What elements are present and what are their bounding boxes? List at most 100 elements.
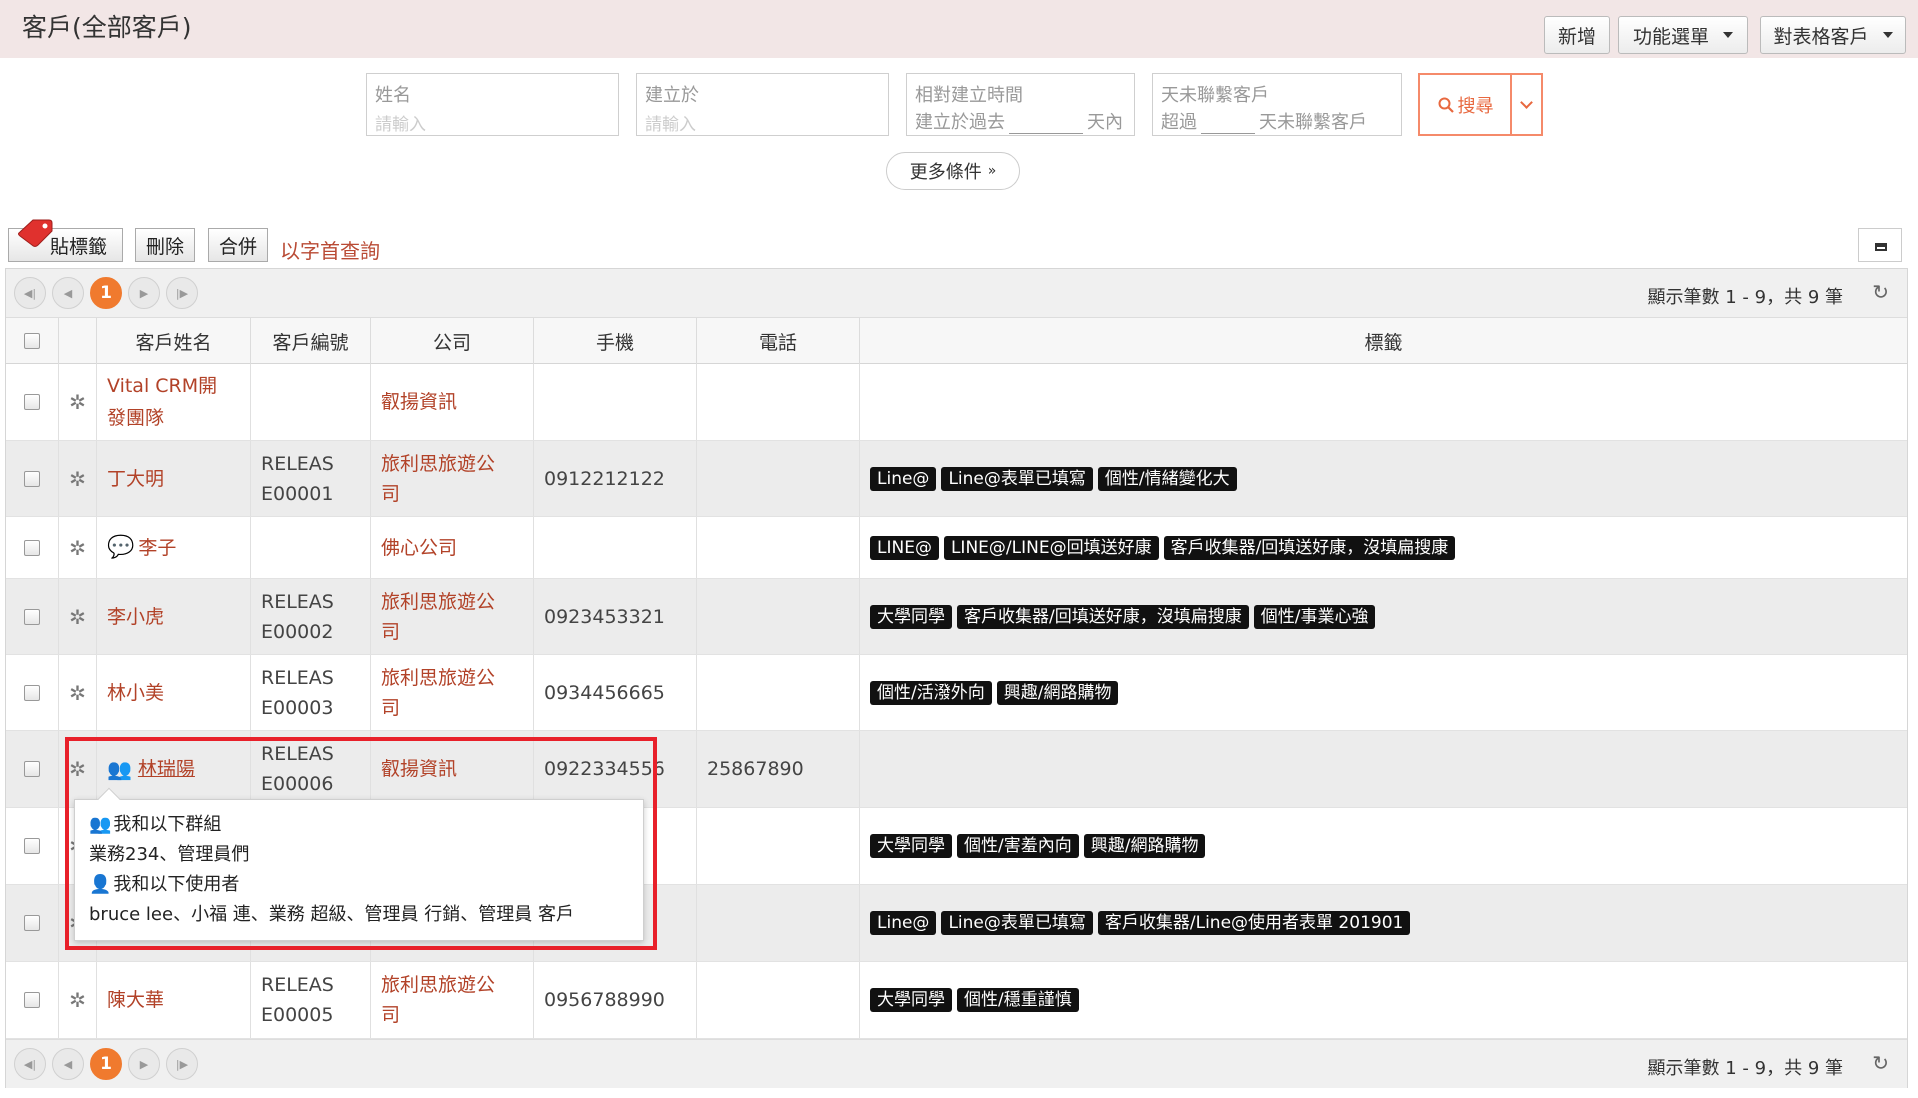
merge-button[interactable]: 合併 <box>208 228 268 262</box>
table-row[interactable]: ✲ 丁大明 RELEAS E00001 旅利思旅遊公司 0912212122 Line@ Li… <box>6 441 1907 517</box>
select-all-cell <box>6 318 59 364</box>
uncontacted-days-input[interactable] <box>1201 116 1255 134</box>
row-checkbox[interactable] <box>24 608 40 625</box>
tag-badge[interactable]: LINE@/LINE@回填送好康 <box>943 535 1159 560</box>
company-link[interactable]: 旅利思旅遊公司 <box>381 970 495 1030</box>
customer-code-cell: RELEAS E00002 <box>251 579 371 654</box>
tag-badge[interactable]: 客戶收集器/Line@使用者表單 201901 <box>1097 911 1411 935</box>
prev-page-icon[interactable]: ◀ <box>52 277 84 309</box>
page-title: 客戶(全部客戶) <box>22 13 192 42</box>
company-link[interactable]: 叡揚資訊 <box>381 754 457 784</box>
delete-button[interactable]: 刪除 <box>135 228 195 262</box>
tag-badge[interactable]: Line@ <box>870 466 937 491</box>
tag-badge[interactable]: 興趣/網路購物 <box>1083 834 1206 858</box>
company-link[interactable]: 旅利思旅遊公司 <box>381 663 495 723</box>
current-page[interactable]: 1 <box>90 277 122 309</box>
first-page-icon[interactable]: ◀| <box>14 1048 46 1080</box>
new-button[interactable]: 新增 <box>1544 16 1610 54</box>
tag-badge[interactable]: Line@表單已填寫 <box>941 466 1093 491</box>
gear-icon[interactable]: ✲ <box>69 390 86 414</box>
customer-name-link[interactable]: 陳大華 <box>107 984 164 1016</box>
uncontacted-field[interactable]: 天未聯繫客戶 超過 天未聯繫客戶 <box>1152 73 1402 136</box>
customer-name-link[interactable]: 李小虎 <box>107 601 164 633</box>
company-link[interactable]: 旅利思旅遊公司 <box>381 449 495 509</box>
gear-icon[interactable]: ✲ <box>69 988 86 1012</box>
company-link[interactable]: 佛心公司 <box>381 533 457 563</box>
table-row[interactable]: ✲ 林小美 RELEAS E00003 旅利思旅遊公司 0934456665 個性/活潑外向… <box>6 655 1907 731</box>
row-checkbox[interactable] <box>24 394 40 410</box>
col-header-tags[interactable]: 標籤 <box>860 318 1907 364</box>
shared-users-icon[interactable]: 👥 <box>107 757 132 781</box>
row-checkbox[interactable] <box>24 684 40 701</box>
col-header-name[interactable]: 客戶姓名 <box>97 318 251 364</box>
tag-badge[interactable]: 客戶收集器/回填送好康，沒填扁搜康 <box>1163 535 1456 560</box>
tag-badge[interactable]: LINE@ <box>870 535 939 560</box>
tag-badge[interactable]: 客戶收集器/回填送好康，沒填扁搜康 <box>957 604 1249 629</box>
table-customer-button[interactable]: 對表格客戶 <box>1760 16 1906 54</box>
customer-name-link[interactable]: 李子 <box>138 532 176 564</box>
last-page-icon[interactable]: |▶ <box>166 277 198 309</box>
customer-name-link[interactable]: 林小美 <box>107 677 164 709</box>
function-menu-button[interactable]: 功能選單 <box>1618 16 1748 54</box>
table-row[interactable]: ✲ 陳大華 RELEAS E00005 旅利思旅遊公司 0956788990 大學同學 個性/… <box>6 962 1907 1039</box>
gear-icon[interactable]: ✲ <box>69 757 86 781</box>
search-options-dropdown[interactable] <box>1510 73 1543 136</box>
prev-page-icon[interactable]: ◀ <box>52 1048 84 1080</box>
select-all-checkbox[interactable] <box>24 333 40 349</box>
customer-name-link[interactable]: 丁大明 <box>107 463 164 495</box>
tag-badge[interactable]: 個性/活潑外向 <box>870 680 992 705</box>
last-page-icon[interactable]: |▶ <box>166 1048 198 1080</box>
table-row[interactable]: ✲ 💬 李子 佛心公司 LINE@ LINE@/LINE@回填送好康 客戶收集器/回填送好康… <box>6 517 1907 579</box>
tag-badge[interactable]: 興趣/網路購物 <box>996 680 1119 705</box>
customer-name-link[interactable]: Vital CRM開 發團隊 <box>107 370 217 434</box>
first-page-icon[interactable]: ◀| <box>14 277 46 309</box>
tag-badge[interactable]: Line@表單已填寫 <box>941 911 1093 935</box>
row-checkbox[interactable] <box>24 915 40 931</box>
search-button[interactable]: 搜尋 <box>1418 73 1511 136</box>
row-checkbox[interactable] <box>24 539 40 556</box>
refresh-icon[interactable]: ↻ <box>1872 1051 1889 1075</box>
col-header-phone[interactable]: 電話 <box>697 318 860 364</box>
gear-icon[interactable]: ✲ <box>69 467 86 491</box>
customer-name-link[interactable]: 林瑞陽 <box>138 753 195 785</box>
col-header-company[interactable]: 公司 <box>371 318 534 364</box>
row-checkbox[interactable] <box>24 761 40 777</box>
name-search-field[interactable]: 姓名 請輸入 <box>366 73 619 136</box>
company-link[interactable]: 旅利思旅遊公司 <box>381 587 495 647</box>
mobile-cell: 0956788990 <box>534 962 697 1038</box>
alphabet-query-link[interactable]: 以字首查詢 <box>280 235 380 264</box>
top-pager: ◀| ◀ 1 ▶ |▶ 顯示筆數 1 - 9，共 9 筆 ↻ <box>6 269 1907 318</box>
relative-time-field[interactable]: 相對建立時間 建立於過去 天內 <box>906 73 1135 136</box>
tag-badge[interactable]: 個性/情緒變化大 <box>1097 466 1237 491</box>
row-checkbox[interactable] <box>24 992 40 1008</box>
tag-badge[interactable]: 個性/害羞內向 <box>957 834 1079 858</box>
more-conditions-button[interactable]: 更多條件 » <box>886 152 1020 190</box>
gear-icon[interactable]: ✲ <box>69 605 86 629</box>
tag-badge[interactable]: 大學同學 <box>870 988 952 1012</box>
tag-badge[interactable]: 個性/穩重謹慎 <box>957 988 1079 1012</box>
table-row[interactable]: ✲ 李小虎 RELEAS E00002 旅利思旅遊公司 0923453321 大學同學 客戶收… <box>6 579 1907 655</box>
table-row[interactable]: ✲ 👥 林瑞陽 RELEAS E00006 叡揚資訊 0922334556 25867890 <box>6 731 1907 808</box>
table-row[interactable]: ✲ Vital CRM開 發團隊 叡揚資訊 <box>6 364 1907 441</box>
current-page[interactable]: 1 <box>90 1048 122 1080</box>
company-link[interactable]: 叡揚資訊 <box>381 387 457 417</box>
phone-cell <box>697 808 860 884</box>
col-header-code[interactable]: 客戶編號 <box>251 318 371 364</box>
tag-badge[interactable]: 大學同學 <box>870 834 952 858</box>
row-checkbox[interactable] <box>24 838 40 854</box>
tag-badge[interactable]: 個性/事業心強 <box>1253 604 1376 629</box>
gear-icon[interactable]: ✲ <box>69 536 86 560</box>
days-input[interactable] <box>1009 116 1083 134</box>
collapse-panel-button[interactable] <box>1858 228 1902 262</box>
created-search-field[interactable]: 建立於 請輸入 <box>636 73 889 136</box>
tag-badge[interactable]: 大學同學 <box>870 604 952 629</box>
refresh-icon[interactable]: ↻ <box>1872 280 1889 304</box>
row-checkbox[interactable] <box>24 470 40 487</box>
tags-cell: Line@ Line@表單已填寫 個性/情緒變化大 <box>860 441 1907 516</box>
col-header-mobile[interactable]: 手機 <box>534 318 697 364</box>
next-page-icon[interactable]: ▶ <box>128 1048 160 1080</box>
gear-icon[interactable]: ✲ <box>69 681 86 705</box>
tag-badge[interactable]: Line@ <box>870 911 937 935</box>
next-page-icon[interactable]: ▶ <box>128 277 160 309</box>
group-icon: 👥 <box>89 814 112 835</box>
